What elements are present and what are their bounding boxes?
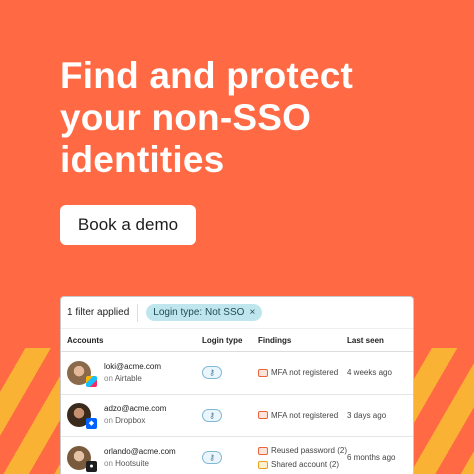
- app-name: Airtable: [114, 373, 142, 383]
- findings-cell: MFA not registered: [258, 368, 347, 377]
- account-cell: ● orlando@acme.com on Hootsuite: [61, 445, 202, 472]
- findings-cell: MFA not registered: [258, 411, 347, 420]
- accounts-panel: 1 filter applied Login type: Not SSO × A…: [60, 296, 414, 474]
- table-header: Accounts Login type Findings Last seen: [61, 328, 413, 352]
- account-email: orlando@acme.com: [104, 446, 176, 456]
- filter-bar: 1 filter applied Login type: Not SSO ×: [61, 297, 413, 328]
- account-cell: loki@acme.com on Airtable: [61, 360, 202, 387]
- on-label: on: [104, 373, 113, 383]
- headline-line: Find and protect: [60, 55, 354, 96]
- column-header-login-type[interactable]: Login type: [202, 336, 258, 345]
- filter-count: 1 filter applied: [67, 307, 130, 318]
- key-icon: ⚷: [202, 451, 222, 465]
- table-row[interactable]: loki@acme.com on Airtable ⚷ MFA not regi…: [61, 352, 413, 395]
- dropbox-icon: ◆: [86, 418, 97, 430]
- filter-chip[interactable]: Login type: Not SSO ×: [146, 304, 263, 321]
- last-seen: 3 days ago: [347, 410, 387, 420]
- finding-item: Reused password (2): [258, 446, 347, 455]
- filter-chip-label: Login type: Not SSO: [153, 307, 245, 318]
- finding-text: Reused password (2): [270, 446, 347, 456]
- avatar: ◆: [67, 403, 97, 430]
- login-type-cell: ⚷: [202, 408, 258, 422]
- finding-item: MFA not registered: [258, 368, 347, 377]
- findings-cell: Reused password (2) Shared account (2): [258, 446, 347, 469]
- account-cell: ◆ adzo@acme.com on Dropbox: [61, 403, 202, 430]
- table-row[interactable]: ● orlando@acme.com on Hootsuite ⚷ Reused…: [61, 437, 413, 474]
- account-email: adzo@acme.com: [104, 404, 167, 414]
- close-icon[interactable]: ×: [249, 307, 255, 318]
- on-label: on: [104, 458, 113, 468]
- column-header-findings[interactable]: Findings: [258, 336, 347, 345]
- alert-icon: [258, 411, 268, 420]
- finding-text: Shared account (2): [271, 460, 340, 470]
- table-row[interactable]: ◆ adzo@acme.com on Dropbox ⚷ MFA not reg…: [61, 395, 413, 437]
- last-seen: 4 weeks ago: [347, 368, 392, 378]
- headline-line: your non-SSO: [60, 97, 312, 138]
- headline-line: identities: [60, 139, 225, 180]
- key-icon: ⚷: [202, 408, 222, 422]
- headline: Find and protect your non-SSO identities: [60, 55, 440, 181]
- app-name: Hootsuite: [115, 458, 149, 468]
- login-type-cell: ⚷: [202, 451, 258, 465]
- on-label: on: [104, 416, 113, 426]
- divider: [137, 303, 139, 322]
- app-name: Dropbox: [115, 416, 146, 426]
- avatar: [67, 360, 97, 387]
- finding-item: Shared account (2): [258, 460, 347, 469]
- avatar: ●: [67, 445, 97, 472]
- finding-text: MFA not registered: [271, 368, 339, 378]
- last-seen: 6 months ago: [347, 453, 396, 463]
- hootsuite-icon: ●: [86, 460, 97, 472]
- key-icon: ⚷: [202, 366, 222, 380]
- airtable-icon: [86, 375, 97, 387]
- finding-text: MFA not registered: [271, 410, 339, 420]
- column-header-last-seen[interactable]: Last seen: [347, 336, 413, 345]
- column-header-accounts[interactable]: Accounts: [61, 336, 202, 345]
- alert-icon: [258, 368, 268, 377]
- warning-icon: [258, 460, 268, 469]
- account-email: loki@acme.com: [104, 361, 162, 371]
- book-demo-button[interactable]: Book a demo: [60, 205, 196, 245]
- finding-item: MFA not registered: [258, 411, 347, 420]
- alert-icon: [258, 446, 268, 455]
- login-type-cell: ⚷: [202, 366, 258, 380]
